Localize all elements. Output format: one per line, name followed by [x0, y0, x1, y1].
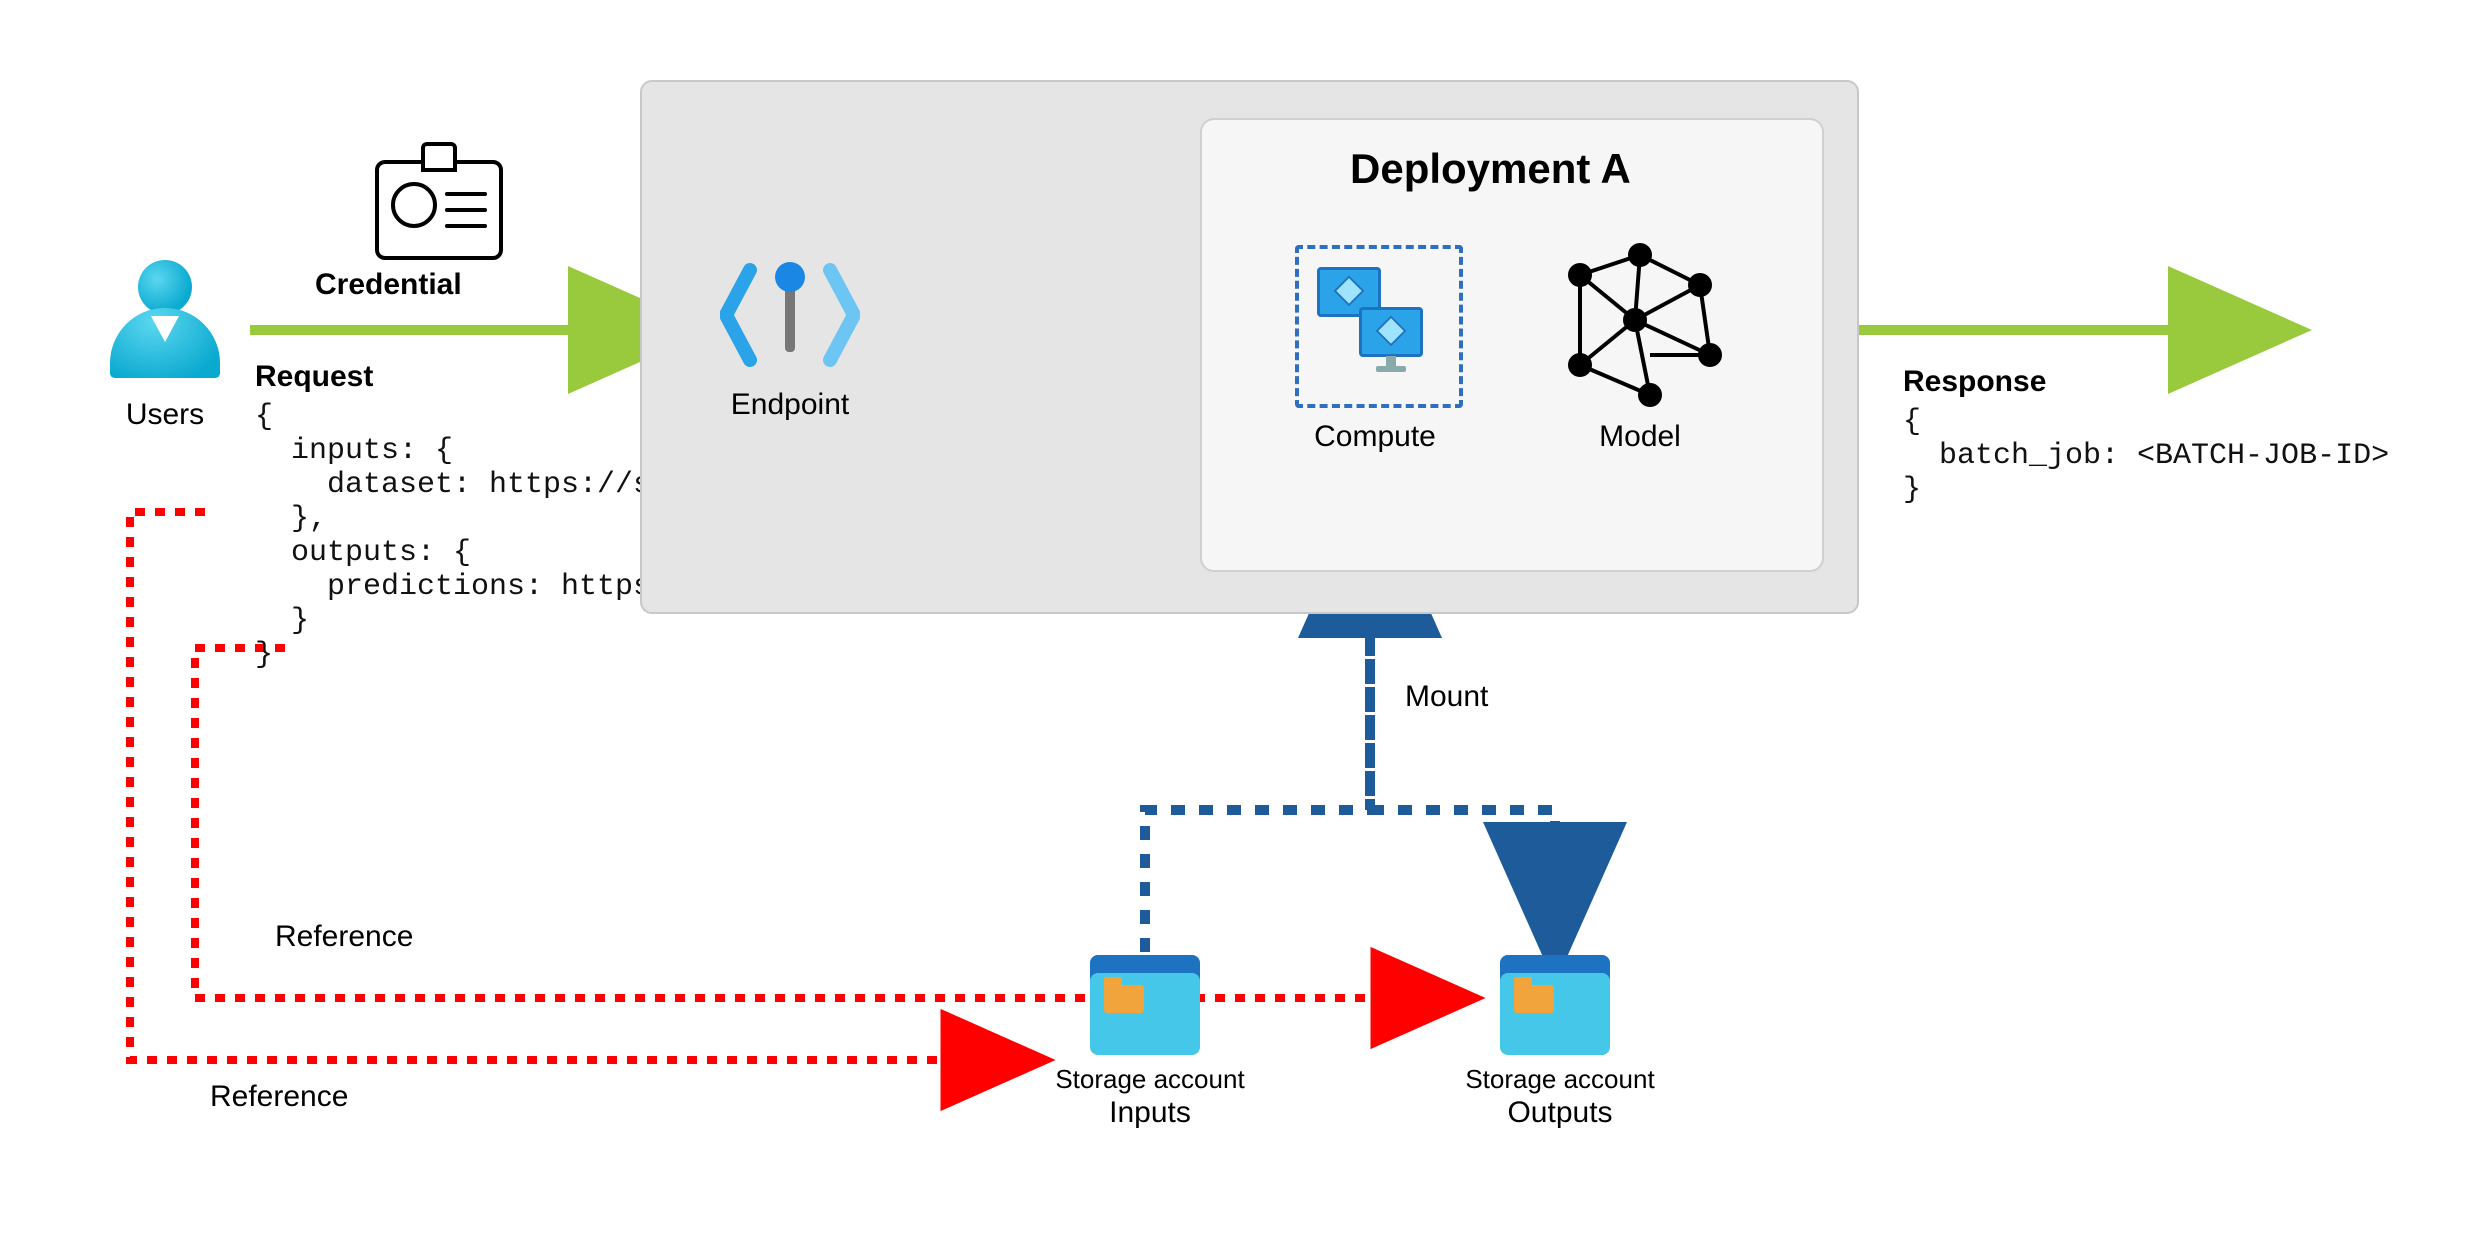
storage-outputs-top: Storage account: [1455, 1064, 1665, 1095]
endpoint-icon: [720, 250, 860, 380]
model-icon: [1540, 235, 1740, 415]
storage-inputs-bottom: Inputs: [1050, 1096, 1250, 1130]
storage-outputs-bottom: Outputs: [1455, 1096, 1665, 1130]
request-label: Request: [255, 360, 373, 394]
compute-box: [1295, 245, 1463, 408]
model-label: Model: [1560, 420, 1720, 454]
compute-label: Compute: [1290, 420, 1460, 454]
mount-label: Mount: [1405, 680, 1488, 714]
storage-outputs-icon: [1500, 955, 1610, 1055]
users-label: Users: [80, 398, 250, 432]
diagram-canvas: Users Credential Request { inputs: { dat…: [0, 0, 2473, 1236]
storage-inputs-icon: [1090, 955, 1200, 1055]
response-label: Response: [1903, 365, 2046, 399]
endpoint-label: Endpoint: [700, 388, 880, 422]
response-code: { batch_job: <BATCH-JOB-ID> }: [1903, 405, 2389, 507]
reference-label-1: Reference: [275, 920, 413, 954]
user-icon: [110, 260, 220, 378]
credential-label: Credential: [315, 268, 462, 302]
storage-inputs-top: Storage account: [1050, 1064, 1250, 1095]
reference-label-2: Reference: [210, 1080, 348, 1114]
deployment-title: Deployment A: [1350, 145, 1631, 193]
credential-icon: [375, 160, 503, 260]
